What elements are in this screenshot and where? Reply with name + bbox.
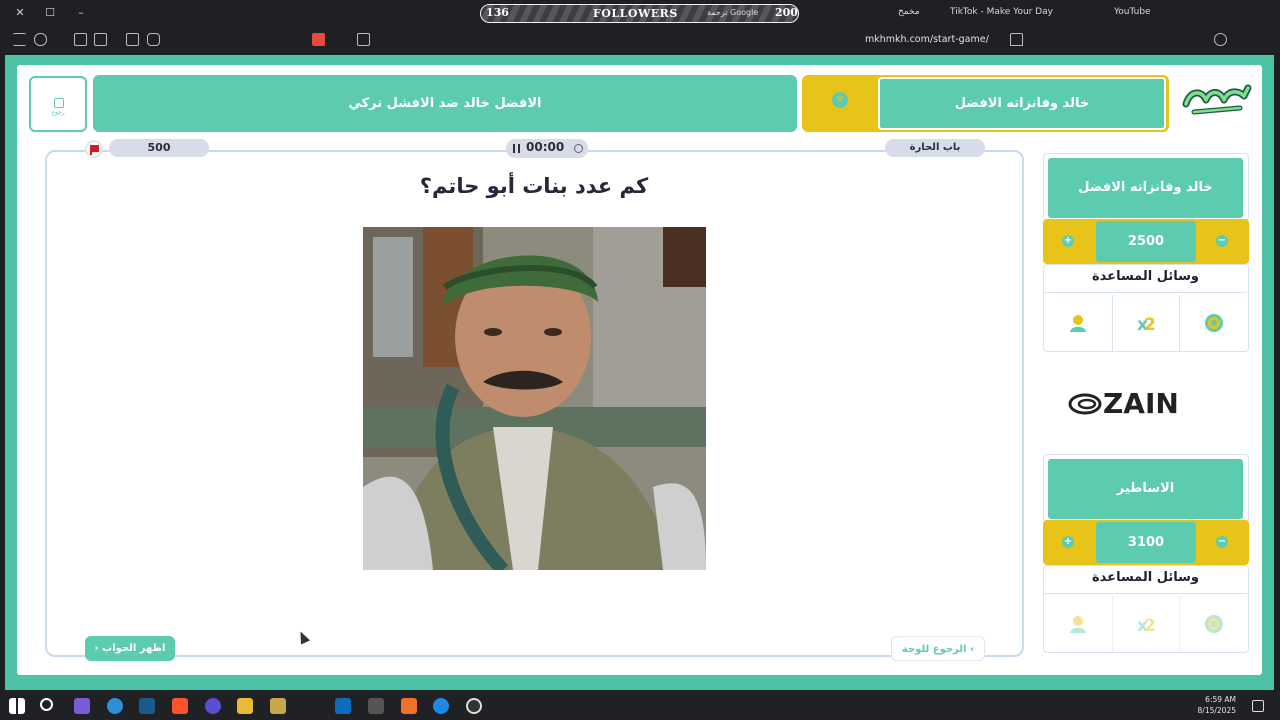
timer-value: 00:00: [526, 140, 565, 154]
category-title: الافضل خالد ضد الافشل تركي: [93, 75, 797, 132]
steam-icon[interactable]: [139, 698, 155, 714]
menu-icon[interactable]: [13, 33, 26, 46]
bookmark-icon[interactable]: [1010, 33, 1023, 46]
browser-tab-bar: ✕ ☐ – 136 FOLLOWERS ترجمة Google 200 مخم…: [0, 0, 1280, 27]
brave-shield-icon[interactable]: [312, 33, 325, 46]
cast-icon[interactable]: [357, 33, 370, 46]
hole-icon: [1205, 615, 1223, 633]
screenshot-icon[interactable]: [126, 33, 139, 46]
team-1-score: 2500: [1096, 221, 1196, 262]
minimize-window-icon[interactable]: –: [72, 5, 90, 21]
svg-text:2: 2: [1144, 616, 1156, 634]
followers-overlay: 136 FOLLOWERS ترجمة Google 200: [480, 4, 799, 23]
hole-icon: [1205, 314, 1223, 332]
back-button[interactable]: رجوع: [29, 76, 87, 132]
store-icon[interactable]: [270, 698, 286, 714]
edge-icon[interactable]: [107, 698, 123, 714]
team-2-hole-button[interactable]: [1180, 596, 1248, 652]
svg-text:2: 2: [1144, 315, 1156, 333]
notification-icon[interactable]: [1252, 700, 1264, 712]
team-1-aids: وسائل المساعدة x2: [1043, 264, 1249, 352]
tab-tiktok[interactable]: TikTok - Make Your Day: [950, 7, 1053, 17]
points-badge: 500: [109, 139, 209, 157]
app-a-icon[interactable]: [401, 698, 417, 714]
followers-count-right: 200: [775, 6, 798, 19]
current-team-name: خالد وفانزاته الافضل: [878, 77, 1166, 130]
team-2-aids: وسائل المساعدة x2: [1043, 565, 1249, 653]
team-2-score: 3100: [1096, 522, 1196, 563]
category-badge: باب الحارة: [885, 139, 985, 157]
back-to-board-label: الرجوع للوحة: [901, 644, 967, 655]
team-1-name: خالد وفانزاته الافضل: [1048, 158, 1243, 218]
tab-youtube[interactable]: YouTube: [1114, 7, 1151, 17]
double-points-icon: x2: [1137, 616, 1156, 634]
current-team-tile: ✕ خالد وفانزاته الافضل: [802, 75, 1169, 132]
team-1-minus-button[interactable]: −: [1216, 235, 1228, 247]
team-1-plus-button[interactable]: +: [1062, 235, 1074, 247]
team-2-minus-button[interactable]: −: [1216, 536, 1228, 548]
show-answer-button[interactable]: اظهر الجواب ‹: [85, 636, 175, 661]
reload-icon[interactable]: [1214, 33, 1227, 46]
team-1-call-friend-button[interactable]: [1044, 295, 1112, 351]
zain-sponsor-logo: ZAIN: [1068, 387, 1179, 420]
team-2-name: الاساطير: [1048, 459, 1243, 519]
settings-icon[interactable]: [368, 698, 384, 714]
discord-icon[interactable]: [205, 698, 221, 714]
team-2-double-button[interactable]: x2: [1112, 596, 1180, 652]
files-icon[interactable]: [237, 698, 253, 714]
team-2-call-friend-button[interactable]: [1044, 596, 1112, 652]
call-friend-icon: [1070, 315, 1086, 332]
team-2-plus-button[interactable]: +: [1062, 536, 1074, 548]
team-2-aids-title: وسائل المساعدة: [1044, 570, 1247, 594]
team-2-score-bar: + 3100 −: [1043, 520, 1249, 565]
google-translate-label: ترجمة Google: [707, 8, 759, 17]
zain-text: ZAIN: [1103, 387, 1179, 420]
taskbar-time: 6:59 AM: [1205, 695, 1236, 704]
copilot-icon[interactable]: [74, 698, 90, 714]
team-panel-1: خالد وفانزاته الافضل + 2500 − وسائل المس…: [1043, 153, 1249, 354]
show-answer-label: اظهر الجواب: [102, 643, 166, 654]
team-1-aids-title: وسائل المساعدة: [1044, 269, 1247, 293]
taskbar-date: 8/15/2025: [1197, 706, 1236, 715]
call-friend-icon: [1070, 616, 1086, 633]
outlook-icon[interactable]: [335, 698, 351, 714]
search-icon[interactable]: [40, 698, 53, 711]
question-image: [363, 227, 706, 570]
pause-icon[interactable]: [513, 144, 520, 153]
question-text: كم عدد بنات أبو حاتم؟: [419, 174, 649, 198]
taskbar: [0, 690, 1280, 720]
sidebar-icon[interactable]: [94, 33, 107, 46]
app-blue-icon[interactable]: [433, 698, 449, 714]
browser-toolbar: [0, 27, 1280, 53]
shield-icon[interactable]: [34, 33, 47, 46]
obs-icon[interactable]: [466, 698, 482, 714]
maximize-window-icon[interactable]: ☐: [41, 5, 59, 21]
team-1-hole-button[interactable]: [1180, 295, 1248, 351]
url-field[interactable]: mkhmkh.com/start-game/: [865, 34, 989, 45]
reset-timer-icon[interactable]: [574, 144, 583, 153]
close-window-icon[interactable]: ✕: [11, 5, 29, 21]
taskbar-clock[interactable]: 6:59 AM 8/15/2025: [1196, 694, 1236, 716]
report-flag-icon[interactable]: [85, 140, 103, 158]
team-panel-2: الاساطير + 3100 − وسائل المساعدة x2: [1043, 454, 1249, 655]
extensions-icon[interactable]: [147, 33, 160, 46]
back-icon: [54, 98, 64, 108]
tabs-icon[interactable]: [74, 33, 87, 46]
mkhmkh-logo: [1182, 84, 1252, 115]
back-to-board-button[interactable]: › الرجوع للوحة: [891, 636, 985, 661]
double-points-icon: x2: [1137, 315, 1156, 333]
tab-mkhmkh[interactable]: مخمخ: [898, 7, 920, 17]
back-label: رجوع: [51, 109, 65, 116]
brave-icon[interactable]: [172, 698, 188, 714]
close-icon[interactable]: ✕: [832, 92, 848, 108]
team-1-score-bar: + 2500 −: [1043, 219, 1249, 264]
team-1-double-button[interactable]: x2: [1112, 295, 1180, 351]
followers-label: FOLLOWERS: [593, 7, 678, 20]
followers-count-left: 136: [486, 6, 509, 19]
start-icon[interactable]: [9, 698, 25, 714]
timer: 00:00: [506, 139, 588, 158]
